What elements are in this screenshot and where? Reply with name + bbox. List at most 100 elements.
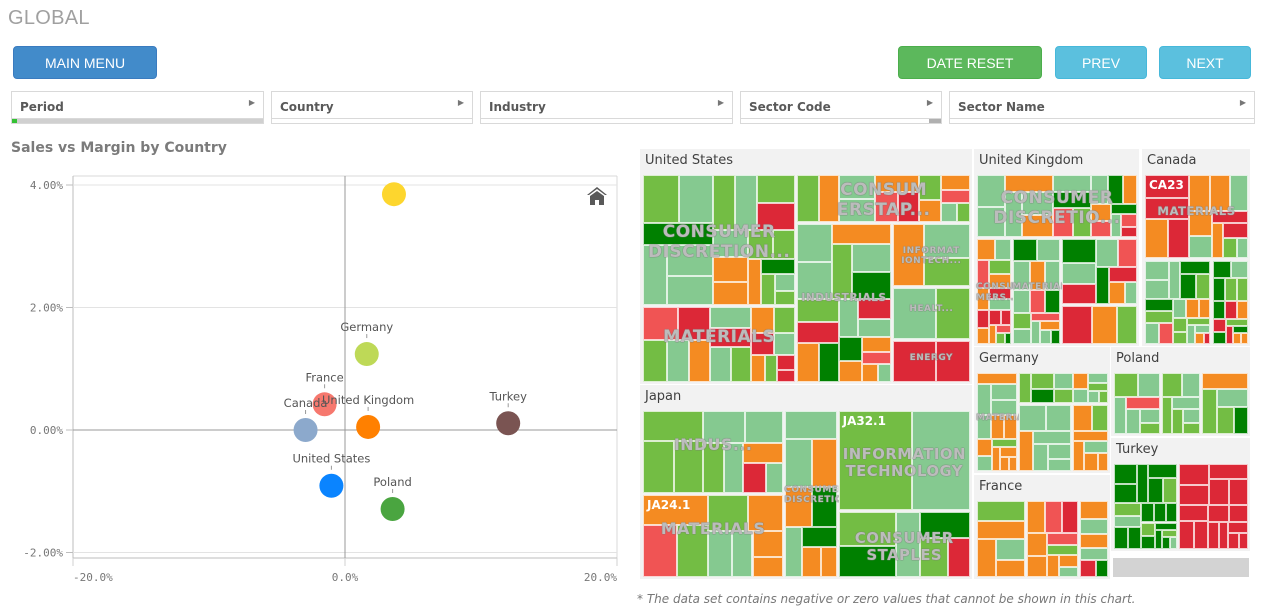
treemap-cell[interactable] <box>1114 483 1138 503</box>
treemap-sector[interactable] <box>976 500 1026 578</box>
treemap-cell[interactable] <box>1140 522 1155 537</box>
treemap-cell[interactable] <box>977 414 992 439</box>
treemap-cell[interactable] <box>1031 321 1041 344</box>
treemap-cell[interactable] <box>747 495 784 531</box>
treemap-cell[interactable] <box>1172 396 1201 409</box>
treemap-cell[interactable] <box>1096 238 1118 268</box>
treemap-cell[interactable] <box>918 175 942 200</box>
treemap-cell[interactable] <box>935 341 970 382</box>
treemap-chart[interactable]: United States CONSUMER DISCRETION... MATER… <box>640 149 1250 579</box>
treemap-cell[interactable] <box>1026 556 1047 577</box>
treemap-sector[interactable] <box>1079 500 1109 578</box>
treemap-cell[interactable] <box>1212 332 1227 344</box>
treemap-cell[interactable] <box>1059 567 1079 577</box>
treemap-cell[interactable] <box>710 307 751 328</box>
treemap-cell[interactable] <box>941 175 970 190</box>
treemap-cell[interactable] <box>941 202 958 222</box>
treemap-cell[interactable] <box>857 318 891 338</box>
treemap-cell[interactable] <box>666 339 690 382</box>
treemap-cell[interactable] <box>852 272 891 299</box>
treemap-cell[interactable] <box>839 298 858 338</box>
treemap-cell[interactable] <box>702 411 746 443</box>
data-point-united-kingdom[interactable] <box>356 414 381 439</box>
treemap-cell[interactable] <box>1095 559 1108 577</box>
treemap-cell[interactable] <box>812 487 837 527</box>
treemap-cell[interactable] <box>1145 298 1173 312</box>
treemap-cell[interactable] <box>750 307 775 334</box>
treemap-cell[interactable] <box>689 339 711 382</box>
treemap-cell[interactable] <box>1194 332 1204 344</box>
treemap-cell[interactable] <box>1045 290 1060 313</box>
treemap-cell[interactable] <box>1046 545 1079 556</box>
treemap-cell[interactable] <box>1188 175 1211 211</box>
treemap-cell[interactable] <box>643 440 675 493</box>
treemap-cell[interactable] <box>1004 414 1017 439</box>
treemap-sector[interactable]: INDUSTRIALS <box>796 223 891 383</box>
treemap-cell[interactable] <box>911 411 970 510</box>
treemap-cell[interactable] <box>1233 325 1248 334</box>
treemap-sector[interactable]: CONSUMER DISCRETIO... <box>784 410 854 578</box>
treemap-sector[interactable] <box>1161 372 1202 435</box>
treemap-cell[interactable] <box>1032 443 1049 471</box>
treemap-cell[interactable] <box>1122 175 1137 204</box>
treemap-cell[interactable] <box>1114 502 1141 516</box>
treemap-cell[interactable] <box>1212 278 1226 302</box>
treemap-cell[interactable] <box>1202 373 1248 390</box>
treemap-cell[interactable] <box>1009 456 1017 471</box>
treemap-cell[interactable] <box>1226 325 1234 344</box>
treemap-cell[interactable] <box>1219 522 1229 549</box>
treemap-cell[interactable] <box>1229 175 1248 211</box>
treemap-sector[interactable] <box>1018 372 1109 404</box>
treemap-cell[interactable] <box>643 339 667 382</box>
treemap-cell[interactable] <box>977 309 990 328</box>
treemap-cell[interactable] <box>760 273 775 305</box>
treemap-cell[interactable] <box>877 363 891 382</box>
treemap-cell[interactable] <box>785 487 813 527</box>
treemap-cell[interactable] <box>1137 464 1148 503</box>
treemap-cell[interactable] <box>977 501 1025 522</box>
treemap-cell[interactable] <box>1154 522 1178 530</box>
filter-sector-name[interactable]: Sector Name ▶ <box>949 91 1255 124</box>
treemap-cell[interactable] <box>1170 537 1178 549</box>
treemap-cell[interactable] <box>1179 464 1210 486</box>
treemap-cell[interactable] <box>989 324 997 344</box>
treemap-sector[interactable] <box>1178 463 1249 550</box>
treemap-cell[interactable] <box>1225 301 1238 320</box>
treemap-cell[interactable] <box>745 411 784 443</box>
treemap-sector[interactable] <box>1072 404 1109 472</box>
treemap-cell[interactable] <box>643 524 677 577</box>
treemap-cell[interactable] <box>743 463 766 493</box>
treemap-cell[interactable] <box>1004 191 1022 237</box>
treemap-cell[interactable] <box>743 442 784 464</box>
treemap-cell[interactable] <box>1237 237 1248 259</box>
treemap-sector[interactable]: MATERIALS CA23 <box>1144 174 1249 260</box>
treemap-cell[interactable] <box>756 175 796 204</box>
treemap-cell[interactable] <box>1230 260 1248 279</box>
treemap-cell[interactable] <box>1114 396 1127 434</box>
prev-button[interactable]: PREV <box>1055 46 1147 79</box>
treemap-sector[interactable] <box>1026 500 1079 578</box>
treemap-sector[interactable]: MATERIALS <box>976 372 1037 472</box>
treemap-cell[interactable] <box>1040 321 1060 331</box>
treemap-cell[interactable] <box>1046 533 1079 546</box>
treemap-cell[interactable] <box>1209 464 1248 479</box>
data-point-germany[interactable] <box>354 342 379 367</box>
treemap-cell[interactable] <box>747 230 773 260</box>
treemap-cell[interactable] <box>1117 238 1137 268</box>
treemap-cell[interactable] <box>750 354 766 382</box>
treemap-cell[interactable] <box>1037 238 1060 262</box>
treemap-cell[interactable] <box>797 175 819 222</box>
treemap-cell[interactable] <box>801 526 837 547</box>
treemap-cell[interactable] <box>852 243 891 273</box>
treemap-cell[interactable] <box>1013 261 1030 291</box>
treemap-cell[interactable] <box>1183 422 1201 434</box>
treemap-cell[interactable] <box>923 258 970 286</box>
treemap-sector[interactable]: HEALT... <box>892 287 971 340</box>
treemap-cell[interactable] <box>1080 559 1096 577</box>
treemap-cell[interactable] <box>874 175 919 192</box>
treemap-group-japan[interactable]: Japan INDUS... MATERIALS JA24.1 CONSUMER DIS… <box>640 385 972 579</box>
treemap-cell[interactable] <box>1140 502 1154 523</box>
home-icon[interactable] <box>586 185 608 207</box>
treemap-sector[interactable]: MATERIALS <box>642 306 796 383</box>
treemap-cell[interactable] <box>1013 238 1038 262</box>
